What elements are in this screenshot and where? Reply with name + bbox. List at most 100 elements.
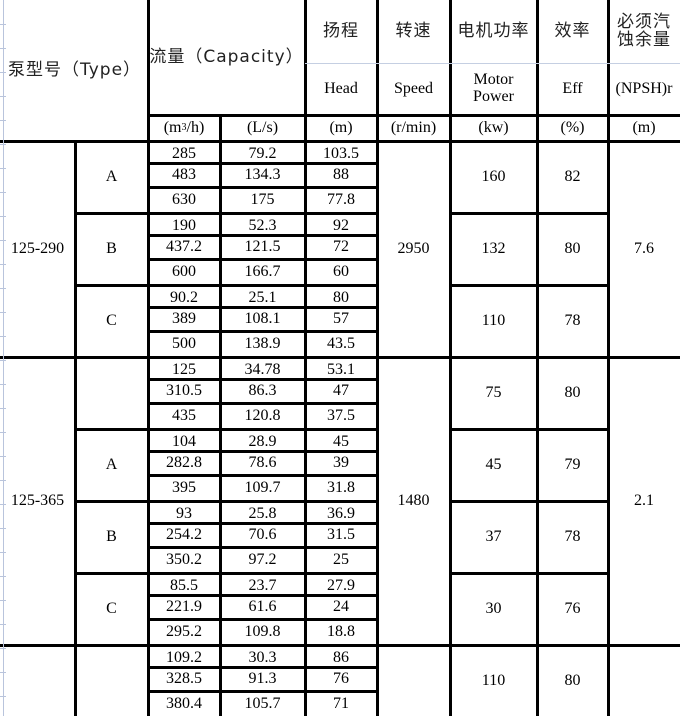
head-cell: 24 — [333, 597, 349, 615]
head-cell: 71 — [333, 694, 349, 712]
capacity-m3h-cell: 285 — [172, 145, 196, 163]
sheet-gridline — [0, 456, 6, 457]
unit-m3h-post: /h) — [186, 118, 205, 136]
header-power-en-line2: Power — [473, 88, 514, 105]
head-cell: 36.9 — [327, 505, 355, 523]
header-head-en: Head — [324, 79, 358, 97]
capacity-ls-cell: 86.3 — [248, 381, 277, 399]
capacity-m3h-cell: 90.2 — [170, 289, 198, 307]
capacity-m3h-cell: 221.9 — [166, 597, 202, 615]
sheet-gridline — [0, 240, 6, 241]
capacity-ls-cell: 34.78 — [244, 361, 281, 379]
head-cell: 76 — [333, 669, 349, 687]
capacity-ls-cell: 109.8 — [244, 622, 281, 640]
header-power-en-line1: Motor — [473, 71, 514, 89]
header-capacity: 流量（Capacity） — [149, 46, 304, 67]
row-border — [148, 258, 377, 261]
head-cell: 92 — [333, 217, 349, 235]
row-border — [148, 690, 377, 693]
header-eff-zh: 效率 — [554, 20, 591, 41]
head-cell: 31.8 — [327, 478, 355, 496]
variant-border — [450, 212, 608, 215]
row-border — [148, 618, 377, 621]
sheet-gridline — [0, 480, 6, 481]
impeller-cell: A — [105, 455, 118, 473]
header-eff-en: Eff — [562, 79, 583, 97]
head-cell: 37.5 — [327, 406, 355, 424]
model-border — [0, 356, 680, 359]
capacity-m3h-cell: 395 — [172, 478, 196, 496]
capacity-m3h-cell: 254.2 — [166, 525, 202, 543]
power-cell: 132 — [481, 239, 506, 257]
capacity-m3h-cell: 483 — [172, 165, 196, 183]
model-border — [0, 644, 680, 647]
sheet-gridline — [0, 72, 6, 73]
header-power-en: Motor Power — [450, 63, 537, 115]
capacity-m3h-cell: 125 — [172, 361, 196, 379]
capacity-ls-cell: 30.3 — [248, 649, 277, 667]
sheet-gridline — [0, 624, 6, 625]
sheet-gridline — [0, 360, 6, 361]
column-border — [219, 115, 222, 716]
eff-cell: 79 — [564, 455, 581, 473]
impeller-cell: B — [106, 527, 117, 545]
column-border — [449, 0, 452, 716]
capacity-ls-cell: 78.6 — [248, 453, 277, 471]
row-border — [148, 402, 377, 405]
capacity-m3h-cell: 109.2 — [166, 649, 202, 667]
column-border — [536, 0, 539, 716]
row-border — [148, 330, 377, 333]
head-cell: 43.5 — [327, 334, 355, 352]
sheet-gridline — [0, 408, 6, 409]
header-npsh-en: (NPSH)r — [615, 79, 673, 97]
capacity-m3h-cell: 437.2 — [166, 237, 202, 255]
capacity-m3h-cell: 328.5 — [166, 669, 202, 687]
capacity-m3h-cell: 104 — [172, 433, 196, 451]
sheet-gridline — [0, 552, 6, 553]
eff-cell: 80 — [564, 383, 581, 401]
row-border — [148, 522, 377, 525]
capacity-m3h-cell: 500 — [172, 334, 196, 352]
sheet-gridline — [0, 696, 6, 697]
unit-power: (kw) — [478, 118, 509, 136]
eff-cell: 80 — [564, 239, 581, 257]
sheet-gridline — [0, 168, 6, 169]
eff-cell: 78 — [564, 527, 581, 545]
variant-border — [450, 428, 608, 431]
capacity-ls-cell: 105.7 — [244, 694, 281, 712]
head-cell: 39 — [333, 453, 349, 471]
row-border — [148, 162, 377, 165]
eff-cell: 82 — [564, 167, 581, 185]
row-border — [148, 378, 377, 381]
head-cell: 77.8 — [327, 190, 355, 208]
head-cell: 45 — [333, 433, 349, 451]
header-type: 泵型号（Type） — [8, 59, 142, 80]
sheet-gridline — [0, 528, 6, 529]
sheet-gridline — [0, 384, 6, 385]
capacity-ls-cell: 120.8 — [244, 406, 281, 424]
unit-speed: (r/min) — [390, 118, 437, 136]
header-npsh-zh: 必须汽 蚀余量 — [608, 0, 680, 63]
capacity-m3h-cell: 85.5 — [170, 577, 198, 595]
capacity-ls-cell: 108.1 — [244, 309, 281, 327]
head-cell: 80 — [333, 289, 349, 307]
head-cell: 103.5 — [323, 145, 359, 163]
head-cell: 86 — [333, 649, 349, 667]
variant-border — [75, 500, 377, 503]
capacity-m3h-cell: 389 — [172, 309, 196, 327]
row-border — [148, 474, 377, 477]
sheet-gridline — [0, 96, 6, 97]
head-cell: 18.8 — [327, 622, 355, 640]
column-border — [376, 0, 379, 716]
variant-border — [75, 212, 377, 215]
capacity-ls-cell: 61.6 — [248, 597, 277, 615]
npsh-cell: 2.1 — [634, 491, 654, 509]
sheet-gridline — [0, 600, 6, 601]
unit-m3h-pre: (m — [163, 118, 182, 136]
column-border — [74, 141, 77, 716]
capacity-ls-cell: 70.6 — [248, 525, 277, 543]
impeller-cell: C — [106, 311, 117, 329]
model-cell: 125-365 — [10, 491, 65, 509]
power-cell: 160 — [481, 167, 506, 185]
capacity-ls-cell: 25.8 — [248, 505, 277, 523]
